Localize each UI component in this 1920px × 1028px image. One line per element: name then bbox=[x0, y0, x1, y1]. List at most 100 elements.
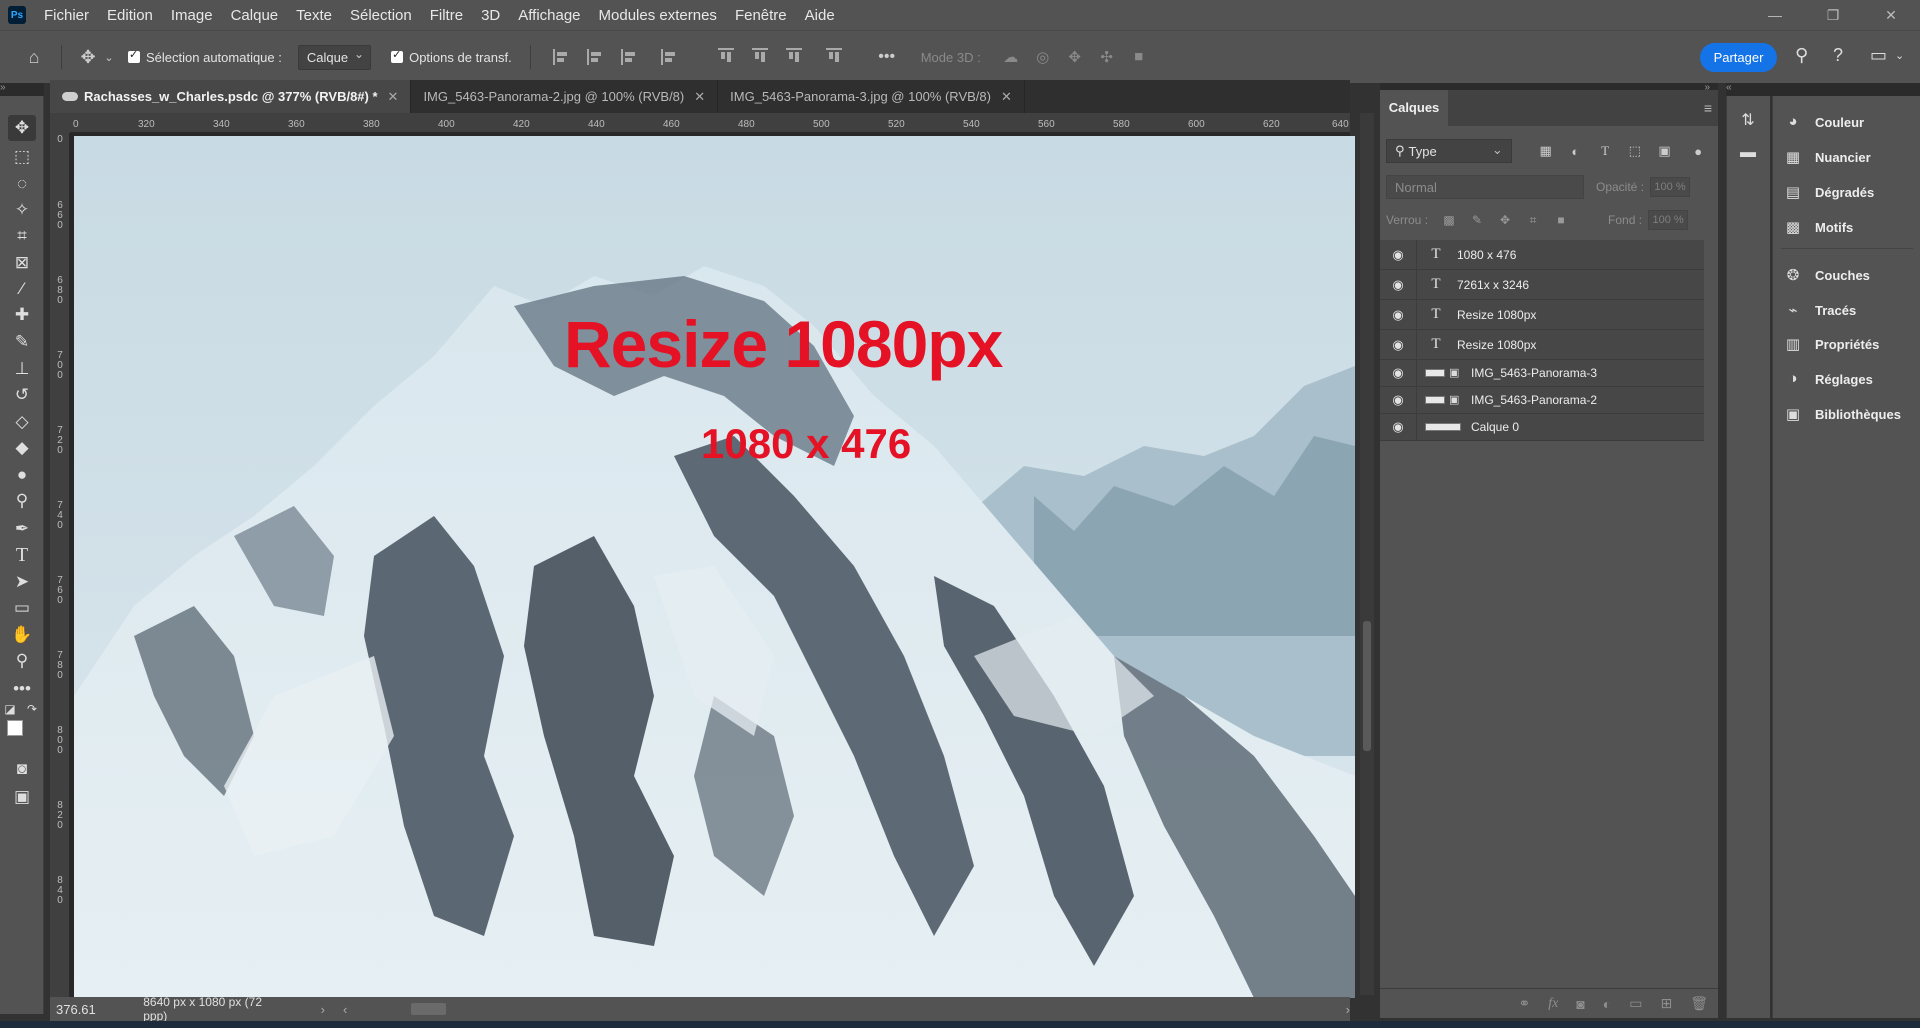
layer-name[interactable]: Resize 1080px bbox=[1457, 308, 1536, 322]
visibility-eye-icon[interactable]: ◉ bbox=[1386, 392, 1410, 408]
vertical-scrollbar[interactable] bbox=[1360, 113, 1374, 995]
path-selection-icon[interactable]: ➤ bbox=[8, 569, 36, 595]
hand-tool-icon[interactable]: ✋ bbox=[8, 622, 36, 648]
chevron-left-icon[interactable]: ‹ bbox=[343, 1002, 347, 1017]
slide-3d-icon[interactable]: ✣ bbox=[1097, 48, 1117, 66]
layer-row[interactable]: ◉ T Resize 1080px bbox=[1380, 300, 1704, 330]
menu-aide[interactable]: Aide bbox=[805, 7, 835, 24]
minimize-icon[interactable]: — bbox=[1746, 0, 1804, 30]
blur-tool-icon[interactable]: ● bbox=[8, 462, 36, 488]
chevron-down-icon[interactable]: ⌄ bbox=[102, 51, 116, 64]
zoom-tool-icon[interactable]: ⚲ bbox=[8, 648, 36, 674]
delete-layer-icon[interactable]: 🗑 bbox=[1690, 995, 1708, 1012]
history-icon[interactable]: ⇅ bbox=[1737, 110, 1759, 132]
add-mask-icon[interactable]: ◙ bbox=[1576, 996, 1584, 1012]
magic-wand-icon[interactable]: ✧ bbox=[8, 197, 36, 223]
lock-transparency-icon[interactable]: ▩ bbox=[1442, 213, 1456, 227]
history-brush-icon[interactable]: ↺ bbox=[8, 382, 36, 408]
auto-select-checkbox[interactable]: Sélection automatique : bbox=[128, 48, 282, 65]
camera-3d-icon[interactable]: ■ bbox=[1129, 48, 1149, 66]
visibility-eye-icon[interactable]: ◉ bbox=[1386, 307, 1410, 323]
close-tab-icon[interactable]: ✕ bbox=[694, 89, 705, 105]
blend-mode-dropdown[interactable]: Normal bbox=[1386, 175, 1584, 199]
layer-name[interactable]: 7261x x 3246 bbox=[1457, 278, 1529, 292]
align-top-icon[interactable] bbox=[717, 48, 734, 66]
pan-3d-icon[interactable]: ✥ bbox=[1065, 48, 1085, 66]
dock-item-bibliotheques[interactable]: ▣ Bibliothèques bbox=[1783, 400, 1901, 428]
checkbox-box[interactable] bbox=[128, 48, 140, 63]
visibility-eye-icon[interactable]: ◉ bbox=[1386, 337, 1410, 353]
lasso-tool-icon[interactable]: ◌ bbox=[8, 171, 36, 197]
more-options-icon[interactable]: ••• bbox=[873, 48, 901, 66]
move-tool-icon[interactable]: ✥ bbox=[8, 115, 36, 141]
lock-all-icon[interactable]: ■ bbox=[1554, 213, 1568, 227]
screen-mode-icon[interactable]: ▣ bbox=[8, 784, 36, 810]
document-image[interactable]: Resize 1080px 1080 x 476 bbox=[74, 136, 1355, 998]
move-tool-icon[interactable]: ✥ bbox=[74, 47, 102, 68]
scrollbar-thumb[interactable] bbox=[1363, 621, 1371, 751]
link-layers-icon[interactable]: ⚭ bbox=[1518, 995, 1530, 1012]
layer-style-icon[interactable]: fx bbox=[1548, 996, 1558, 1012]
search-icon[interactable]: ⚲ bbox=[1795, 45, 1808, 66]
filter-smart-object-icon[interactable]: ▣ bbox=[1657, 143, 1673, 159]
dodge-tool-icon[interactable]: ⚲ bbox=[8, 488, 36, 514]
filter-adjustment-icon[interactable]: ◐ bbox=[1568, 143, 1584, 159]
canvas-area[interactable]: 0 320 340 360 380 400 420 440 460 480 50… bbox=[50, 113, 1355, 1015]
help-icon[interactable]: ? bbox=[1833, 45, 1843, 66]
marquee-tool-icon[interactable]: ⬚ bbox=[8, 144, 36, 170]
distribute-h-icon[interactable] bbox=[660, 49, 679, 65]
align-left-icon[interactable] bbox=[552, 49, 571, 65]
tab-rachasses[interactable]: Rachasses_w_Charles.psdc @ 377% (RVB/8#)… bbox=[50, 80, 412, 113]
type-tool-icon[interactable]: T bbox=[8, 542, 36, 568]
dock-item-couleur[interactable]: ◕ Couleur bbox=[1783, 108, 1864, 136]
adjustment-layer-icon[interactable]: ◐ bbox=[1603, 996, 1611, 1012]
lock-pixels-icon[interactable]: ✎ bbox=[1470, 213, 1484, 227]
visibility-eye-icon[interactable]: ◉ bbox=[1386, 419, 1410, 435]
layer-name[interactable]: IMG_5463-Panorama-2 bbox=[1471, 393, 1597, 407]
vertical-ruler[interactable]: 0 660 680 700 720 740 760 780 800 820 84… bbox=[50, 133, 70, 1013]
rectangle-tool-icon[interactable]: ▭ bbox=[8, 595, 36, 621]
visibility-eye-icon[interactable]: ◉ bbox=[1386, 277, 1410, 293]
pen-tool-icon[interactable]: ✒ bbox=[8, 516, 36, 542]
layer-filter-dropdown[interactable]: ⚲ Type bbox=[1386, 139, 1512, 163]
new-layer-icon[interactable]: ⊞ bbox=[1660, 995, 1672, 1012]
close-tab-icon[interactable]: ✕ bbox=[388, 89, 399, 105]
dock-item-traces[interactable]: ⌁ Tracés bbox=[1783, 296, 1856, 324]
layer-row[interactable]: ◉ ▣ IMG_5463-Panorama-2 bbox=[1380, 387, 1704, 414]
quick-mask-icon[interactable]: ◙ bbox=[8, 756, 36, 782]
dock-item-nuancier[interactable]: ▦ Nuancier bbox=[1783, 143, 1871, 171]
menu-filtre[interactable]: Filtre bbox=[430, 7, 463, 24]
dock-collapse-strip[interactable]: « bbox=[1726, 83, 1920, 96]
roll-3d-icon[interactable]: ◎ bbox=[1033, 48, 1053, 66]
menu-calque[interactable]: Calque bbox=[231, 7, 279, 24]
menu-3d[interactable]: 3D bbox=[481, 7, 500, 24]
horizontal-scrollbar-thumb[interactable] bbox=[411, 1003, 446, 1015]
layer-row[interactable]: ◉ T Resize 1080px bbox=[1380, 330, 1704, 360]
eyedropper-icon[interactable]: ⁄ bbox=[8, 276, 36, 302]
panel-menu-icon[interactable]: ≡ bbox=[1704, 100, 1712, 116]
menu-selection[interactable]: Sélection bbox=[350, 7, 412, 24]
close-tab-icon[interactable]: ✕ bbox=[1001, 89, 1012, 105]
menu-modules-externes[interactable]: Modules externes bbox=[599, 7, 717, 24]
default-colors-icon[interactable]: ◪ bbox=[2, 696, 18, 722]
layer-row[interactable]: ◉ Calque 0 bbox=[1380, 414, 1704, 441]
swap-colors-icon[interactable]: ↷ bbox=[24, 696, 40, 722]
align-right-icon[interactable] bbox=[620, 49, 639, 65]
transform-options-checkbox[interactable]: Options de transf. bbox=[391, 48, 512, 65]
frame-tool-icon[interactable]: ⊠ bbox=[8, 250, 36, 276]
align-middle-v-icon[interactable] bbox=[751, 48, 768, 66]
crop-tool-icon[interactable]: ⌗ bbox=[8, 223, 36, 249]
chevron-right-icon[interactable]: › bbox=[1346, 1002, 1350, 1017]
layer-row[interactable]: ◉ ▣ IMG_5463-Panorama-3 bbox=[1380, 360, 1704, 387]
layer-name[interactable]: IMG_5463-Panorama-3 bbox=[1471, 366, 1597, 380]
menu-fenetre[interactable]: Fenêtre bbox=[735, 7, 787, 24]
restore-icon[interactable]: ❐ bbox=[1804, 0, 1862, 30]
dock-item-couches[interactable]: ❂ Couches bbox=[1783, 261, 1870, 289]
comments-icon[interactable]: ▬ bbox=[1737, 144, 1759, 166]
zoom-level[interactable]: 376.61 bbox=[56, 1002, 113, 1017]
dock-item-reglages[interactable]: ◑ Réglages bbox=[1783, 365, 1872, 393]
menu-affichage[interactable]: Affichage bbox=[518, 7, 580, 24]
horizontal-ruler[interactable]: 0 320 340 360 380 400 420 440 460 480 50… bbox=[70, 113, 1350, 133]
filter-toggle-icon[interactable]: ● bbox=[1690, 143, 1706, 159]
healing-brush-icon[interactable]: ✚ bbox=[8, 302, 36, 328]
